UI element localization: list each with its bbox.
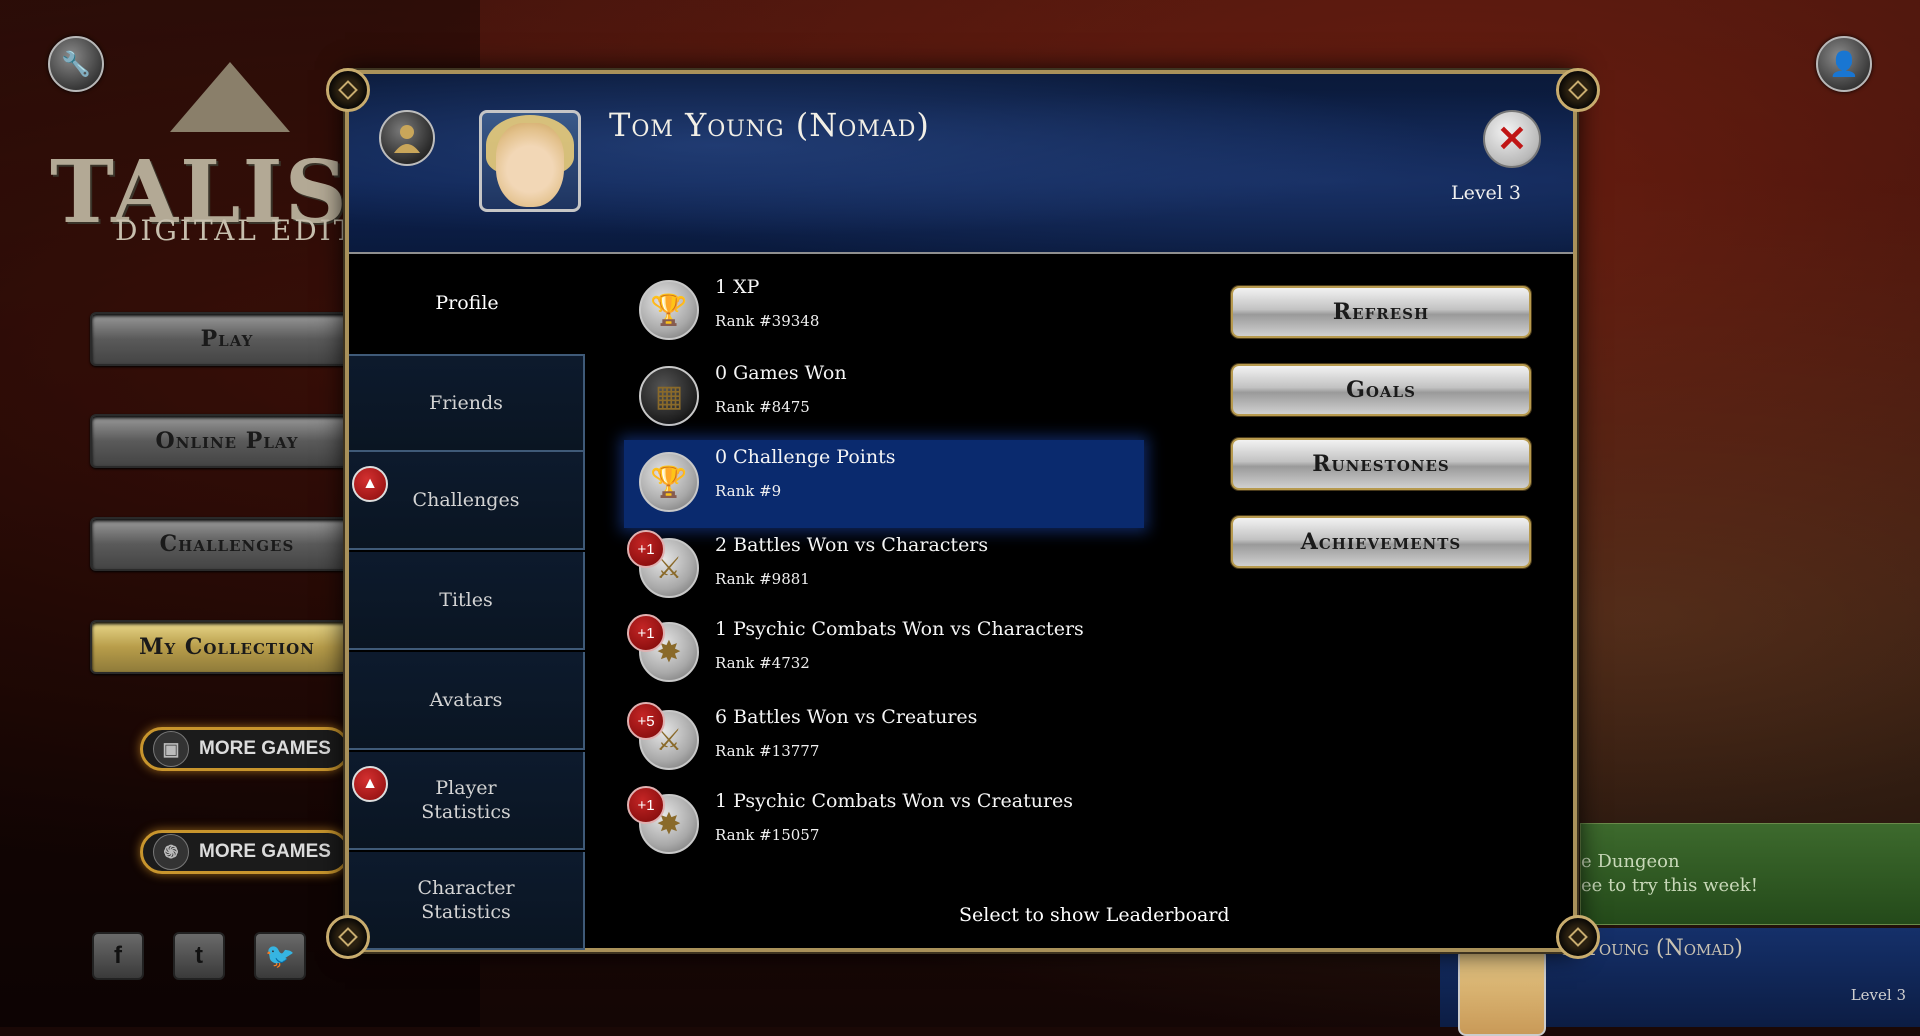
sidebar-item-character-statistics[interactable]: Character Statistics	[349, 852, 585, 950]
avatar-face	[496, 123, 564, 207]
play-button[interactable]: Play	[90, 312, 364, 366]
increase-badge: +1	[627, 786, 665, 824]
my-collection-button[interactable]: My Collection	[90, 620, 364, 674]
silhouette-icon	[394, 125, 420, 153]
frame-ornament-icon	[1556, 68, 1600, 112]
stat-row-challenge-points[interactable]: 🏆 0 Challenge Points Rank #9	[624, 440, 1144, 528]
stat-title: 6 Battles Won vs Creatures	[715, 706, 978, 728]
stat-rank: Rank #9881	[715, 570, 810, 588]
more-games-label: MORE GAMES	[199, 841, 331, 862]
facebook-icon[interactable]: f	[92, 932, 144, 980]
more-games-label: MORE GAMES	[199, 738, 331, 759]
sidebar-item-player-statistics[interactable]: Player Statistics	[349, 752, 585, 850]
sidebar-item-profile[interactable]: Profile	[349, 254, 585, 352]
sidebar-item-label: Avatars	[429, 689, 503, 711]
profile-icon[interactable]: 👤	[1816, 36, 1872, 92]
profile-level: Level 3	[1850, 986, 1906, 1004]
stat-rank: Rank #8475	[715, 398, 810, 416]
stat-title: 2 Battles Won vs Characters	[715, 534, 989, 556]
trophy-icon: 🏆	[639, 452, 699, 512]
sidebar-item-label: Profile	[435, 292, 499, 314]
stat-title: 1 XP	[715, 276, 760, 298]
game-logo: TALISMA DIGITAL EDITIO	[50, 62, 513, 252]
sidebar-item-avatars[interactable]: Avatars	[349, 652, 585, 750]
stat-title: 0 Games Won	[715, 362, 847, 384]
challenges-button[interactable]: Challenges	[90, 517, 364, 571]
more-games-button-1[interactable]: ▣ MORE GAMES	[140, 727, 350, 771]
stat-rank: Rank #4732	[715, 654, 810, 672]
stat-title: 1 Psychic Combats Won vs Characters	[715, 618, 1084, 640]
sidebar-item-friends[interactable]: Friends	[349, 354, 585, 452]
sidebar-item-titles[interactable]: Titles	[349, 552, 585, 650]
stat-rank: Rank #9	[715, 482, 782, 500]
twitter-icon[interactable]: 🐦	[254, 932, 306, 980]
sidebar-item-label: Titles	[439, 589, 493, 611]
player-name: Tom Young (Nomad)	[609, 106, 930, 144]
sidebar-item-label: Character Statistics	[417, 877, 515, 923]
player-avatar	[479, 110, 581, 212]
sidebar-item-label: Friends	[429, 392, 503, 414]
stat-row-xp[interactable]: 🏆 1 XP Rank #39348	[619, 274, 1139, 354]
challenges-alert-icon: ▲	[352, 466, 388, 502]
board-icon: ▦	[639, 366, 699, 426]
profile-sidebar: Profile Friends Challenges Titles Avatar…	[349, 254, 585, 952]
triskele-logo-icon: ֍	[153, 834, 189, 870]
stat-rank: Rank #15057	[715, 826, 820, 844]
stat-row-battles-vs-characters[interactable]: ⚔ +1 2 Battles Won vs Characters Rank #9…	[619, 530, 1139, 612]
close-icon: ✕	[1496, 118, 1528, 159]
player-level: Level 3	[1450, 182, 1521, 204]
increase-badge: +5	[627, 702, 665, 740]
stat-row-psychic-vs-creatures[interactable]: ✸ +1 1 Psychic Combats Won vs Creatures …	[619, 786, 1139, 868]
stat-title: 1 Psychic Combats Won vs Creatures	[715, 790, 1074, 812]
dialog-header: Tom Young (Nomad) ✕ Level 3	[349, 74, 1573, 254]
profile-silhouette-icon[interactable]	[379, 110, 435, 166]
logo-emblem-icon	[170, 62, 290, 132]
sidebar-item-label: Challenges	[412, 489, 520, 511]
stat-row-games-won[interactable]: ▦ 0 Games Won Rank #8475	[619, 360, 1139, 440]
goals-button[interactable]: Goals	[1231, 364, 1531, 416]
promo-banner[interactable]: e Dungeon ee to try this week!	[1580, 823, 1920, 925]
increase-badge: +1	[627, 614, 665, 652]
online-play-button[interactable]: Online Play	[90, 414, 364, 468]
increase-badge: +1	[627, 530, 665, 568]
achievements-button[interactable]: Achievements	[1231, 516, 1531, 568]
more-games-button-2[interactable]: ֍ MORE GAMES	[140, 830, 350, 874]
publisher-logo-icon: ▣	[153, 731, 189, 767]
player-statistics-alert-icon: ▲	[352, 766, 388, 802]
profile-dialog: Tom Young (Nomad) ✕ Level 3 Profile Frie…	[345, 70, 1577, 952]
stat-title: 0 Challenge Points	[715, 446, 896, 468]
frame-ornament-icon	[1556, 915, 1600, 959]
promo-text: e Dungeon ee to try this week!	[1581, 851, 1758, 896]
stat-rank: Rank #39348	[715, 312, 820, 330]
stat-row-battles-vs-creatures[interactable]: ⚔ +5 6 Battles Won vs Creatures Rank #13…	[619, 702, 1139, 784]
runestones-button[interactable]: Runestones	[1231, 438, 1531, 490]
leaderboard-hint: Select to show Leaderboard	[959, 904, 1230, 926]
frame-ornament-icon	[326, 68, 370, 112]
stat-rank: Rank #13777	[715, 742, 820, 760]
close-button[interactable]: ✕	[1483, 110, 1541, 168]
stat-row-psychic-vs-characters[interactable]: ✸ +1 1 Psychic Combats Won vs Characters…	[619, 614, 1139, 696]
avatar	[1458, 948, 1546, 1036]
refresh-button[interactable]: Refresh	[1231, 286, 1531, 338]
trophy-icon: 🏆	[639, 280, 699, 340]
sidebar-item-challenges[interactable]: Challenges	[349, 452, 585, 550]
frame-ornament-icon	[326, 915, 370, 959]
twitch-icon[interactable]: t	[173, 932, 225, 980]
sidebar-item-label: Player Statistics	[421, 777, 511, 823]
